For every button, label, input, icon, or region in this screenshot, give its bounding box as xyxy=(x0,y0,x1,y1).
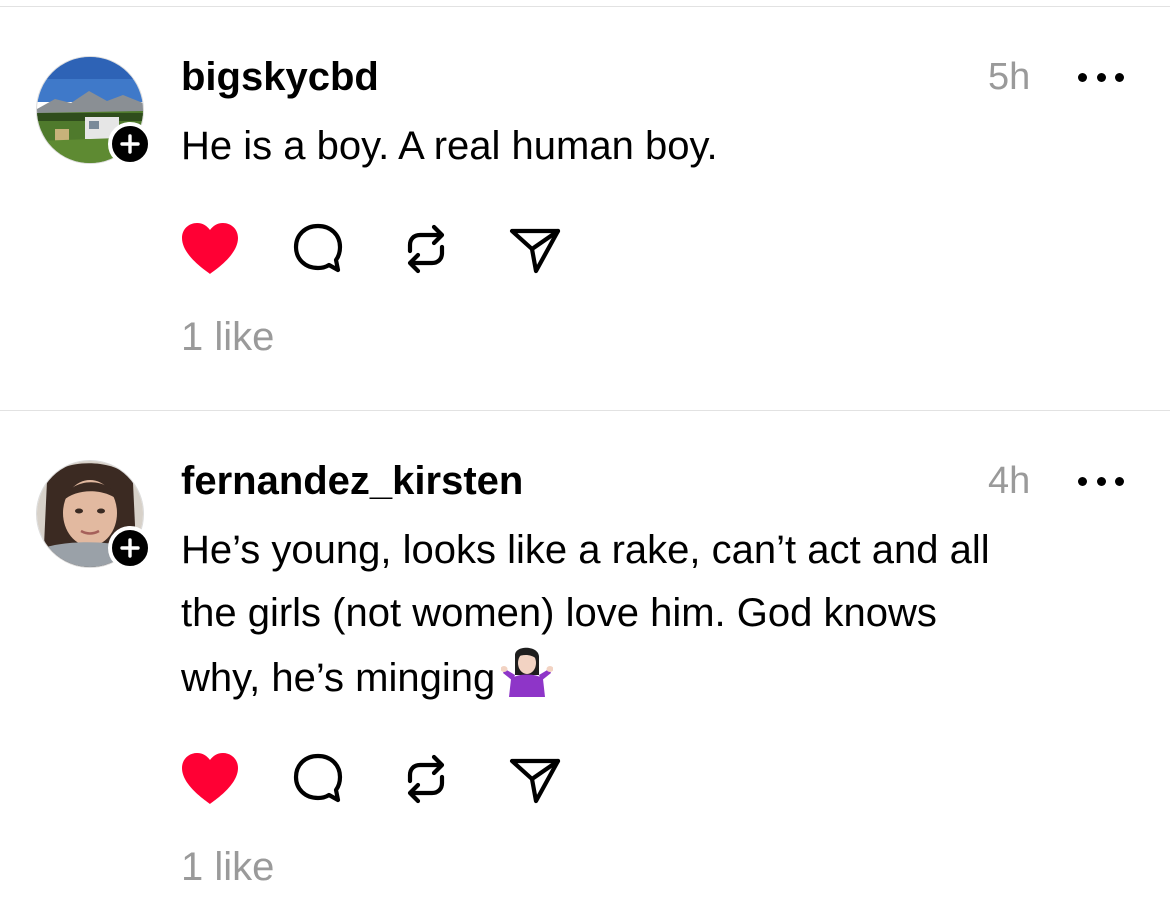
post-text-line-last: why, he’s minging xyxy=(181,645,1141,716)
repost-button[interactable] xyxy=(396,219,456,279)
post-text-line: He’s young, looks like a rake, can’t act… xyxy=(181,528,990,572)
follow-button[interactable] xyxy=(108,526,152,570)
more-icon xyxy=(1078,476,1087,486)
heart-icon xyxy=(182,753,238,804)
timestamp: 5h xyxy=(988,56,1031,98)
more-button[interactable] xyxy=(1078,459,1124,503)
comment-icon xyxy=(293,753,343,803)
follow-button[interactable] xyxy=(108,122,152,166)
like-count[interactable]: 1 like xyxy=(181,315,274,359)
avatar[interactable] xyxy=(36,56,152,166)
username[interactable]: fernandez_kirsten xyxy=(181,459,523,503)
post-text: He’s young, looks like a rake, can’t act… xyxy=(181,519,1141,716)
share-button[interactable] xyxy=(504,749,564,809)
like-button[interactable] xyxy=(180,219,240,279)
comment-icon xyxy=(293,223,343,273)
like-button[interactable] xyxy=(180,749,240,809)
share-button[interactable] xyxy=(504,219,564,279)
send-icon xyxy=(509,758,561,804)
top-divider xyxy=(0,6,1170,7)
like-count[interactable]: 1 like xyxy=(181,845,274,889)
send-icon xyxy=(509,228,561,274)
more-icon xyxy=(1078,72,1087,82)
plus-icon xyxy=(120,134,140,154)
reply-button[interactable] xyxy=(288,219,348,279)
post-text-line: why, he’s minging xyxy=(181,656,496,700)
post-text-line: the girls (not women) love him. God know… xyxy=(181,591,937,635)
repost-icon xyxy=(407,754,445,804)
more-button[interactable] xyxy=(1078,55,1124,99)
username[interactable]: bigskycbd xyxy=(181,55,379,99)
avatar[interactable] xyxy=(36,460,152,570)
repost-icon xyxy=(407,224,445,274)
post-divider xyxy=(0,410,1170,411)
reply-button[interactable] xyxy=(288,749,348,809)
repost-button[interactable] xyxy=(396,749,456,809)
plus-icon xyxy=(120,538,140,558)
timestamp: 4h xyxy=(988,460,1031,502)
heart-icon xyxy=(182,223,238,274)
person-shrugging-emoji xyxy=(500,645,554,716)
post-text: He is a boy. A real human boy. xyxy=(181,124,718,168)
